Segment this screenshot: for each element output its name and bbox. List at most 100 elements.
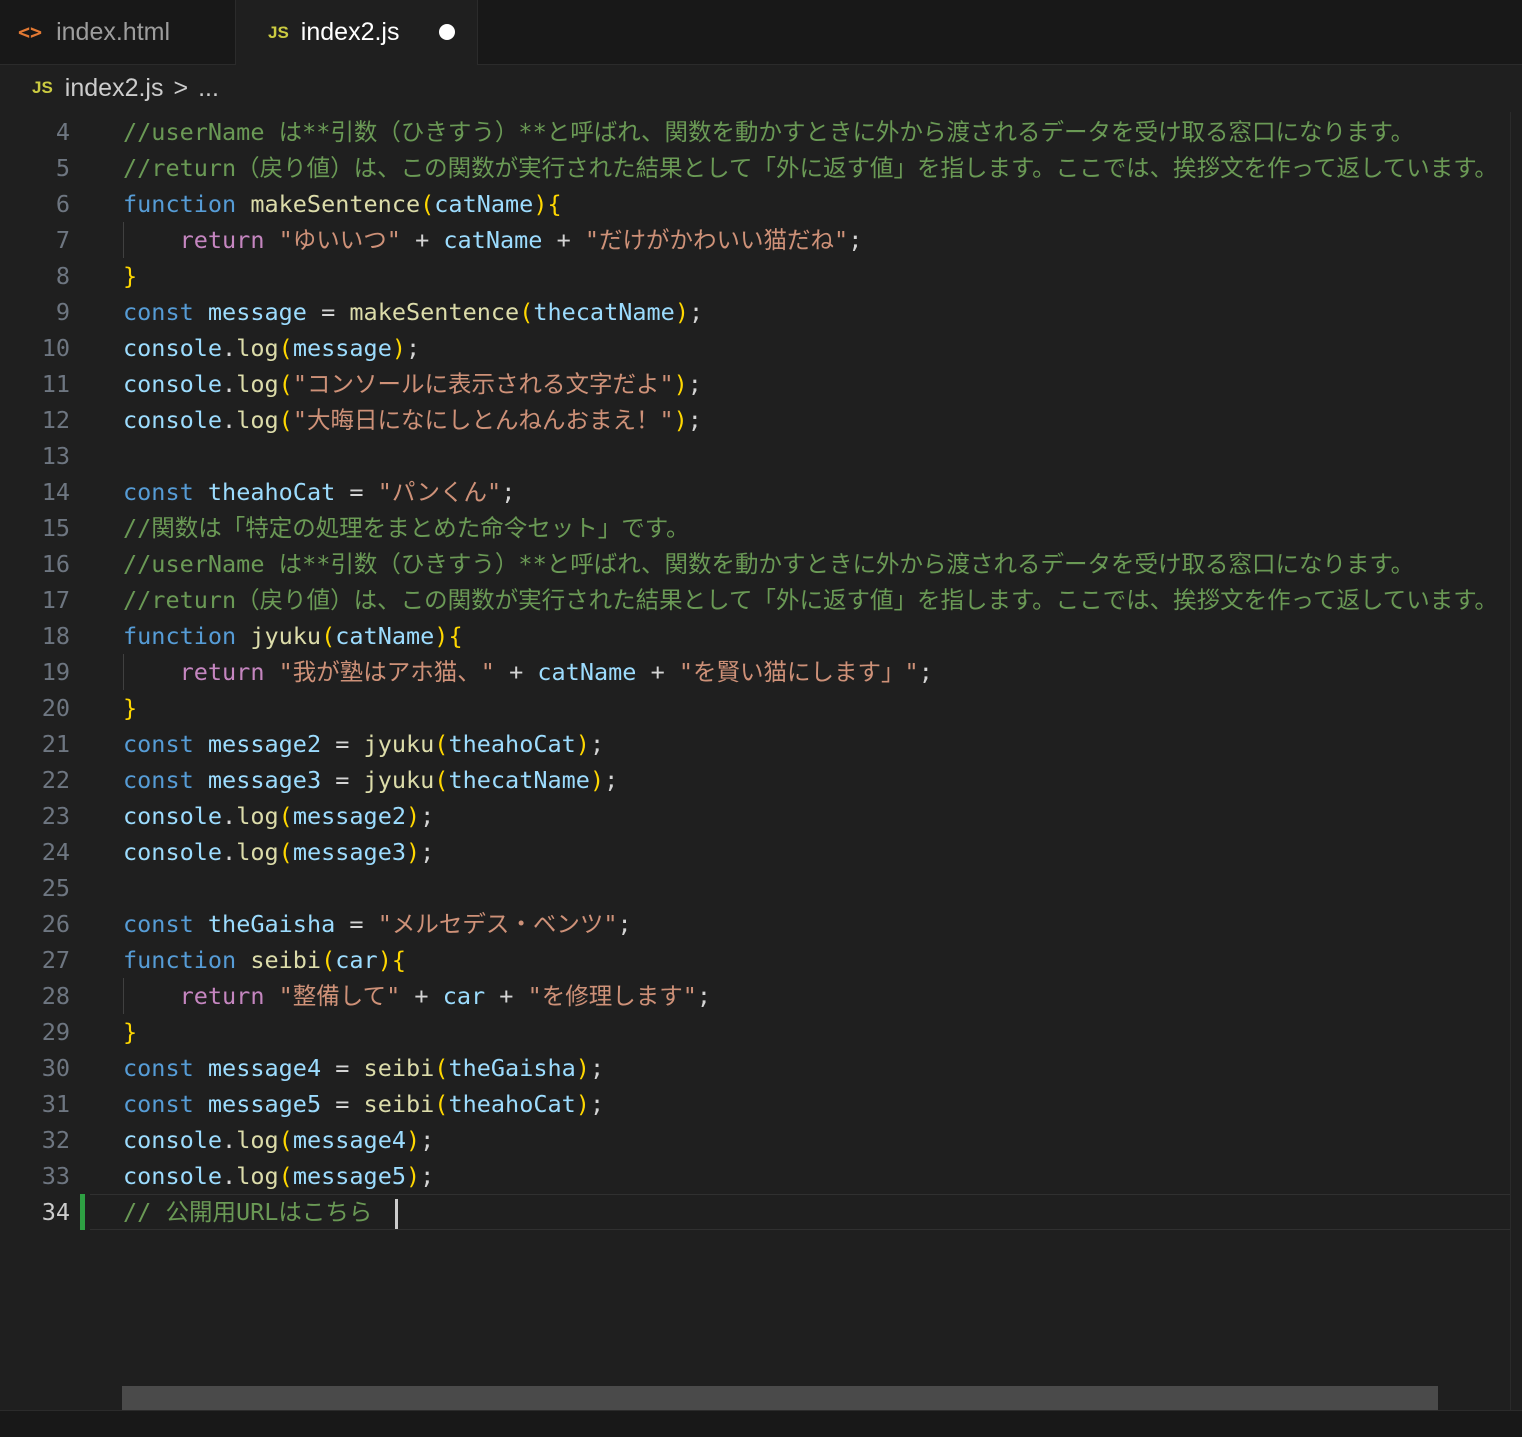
code-token: + [485,982,528,1010]
code-token: theahoCat [448,730,576,758]
code-token: ( [278,1162,293,1190]
line-number: 30 [41,1054,70,1082]
code-line[interactable]: 12 console.log("大晦日になにしとんねんおまえ！"); [0,402,1510,438]
code-text: //userName は**引数（ひきすう）**と呼ばれ、関数を動かすときに外か… [123,546,1414,582]
status-bar [0,1410,1522,1437]
code-text: //userName は**引数（ひきすう）**と呼ばれ、関数を動かすときに外か… [123,114,1414,150]
code-token: ) [673,370,688,398]
code-line[interactable]: 7 return "ゆいいつ" + catName + "だけがかわいい猫だね"… [0,222,1510,258]
code-line[interactable]: 4 //userName は**引数（ひきすう）**と呼ばれ、関数を動かすときに外… [0,114,1510,150]
code-line[interactable]: 30 const message4 = seibi(theGaisha); [0,1050,1510,1086]
code-line[interactable]: 16 //userName は**引数（ひきすう）**と呼ばれ、関数を動かすときに… [0,546,1510,582]
code-line[interactable]: 17 //return（戻り値）は、この関数が実行された結果として「外に返す値」を… [0,582,1510,618]
code-line[interactable]: 8} [0,258,1510,294]
code-token: //userName は**引数（ひきすう）**と呼ばれ、関数を動かすときに外か… [123,118,1415,146]
code-token: = [321,766,364,794]
code-line[interactable]: 32 console.log(message4); [0,1122,1510,1158]
line-number: 27 [41,946,70,974]
code-text: console.log(message4); [123,1122,434,1158]
code-token: ) [589,766,605,794]
code-token: console [123,334,223,362]
line-number: 13 [41,442,70,470]
line-number: 4 [55,118,70,146]
code-line[interactable]: 5 //return（戻り値）は、この関数が実行された結果として「外に返す値」を指… [0,150,1510,186]
line-number: 10 [41,334,70,362]
code-token: theahoCat [448,1090,576,1118]
tab-index2-js[interactable]: JS index2.js [236,0,478,65]
code-text: //return（戻り値）は、この関数が実行された結果として「外に返す値」を指し… [123,582,1498,618]
breadcrumb-symbol[interactable]: ... [198,74,219,103]
code-token: ) [406,838,421,866]
code-line[interactable]: 28 return "整備して" + car + "を修理します"; [0,978,1510,1014]
line-number: 26 [41,910,70,938]
code-line[interactable]: 20} [0,690,1510,726]
code-token: ; [420,1126,435,1154]
code-line[interactable]: 10 console.log(message); [0,330,1510,366]
code-token: jyuku [250,622,322,650]
code-text: const theahoCat = "パンくん"; [123,474,515,510]
line-number: 8 [55,262,70,290]
horizontal-scrollbar[interactable] [122,1386,1438,1410]
code-token: ; [501,478,516,506]
code-token: const [123,298,194,326]
code-text: console.log(message3); [123,834,434,870]
code-token: ) [575,1090,590,1118]
code-line[interactable]: 23 console.log(message2); [0,798,1510,834]
code-line[interactable]: 19 return "我が塾はアホ猫、" + catName + "を賢い猫にし… [0,654,1510,690]
code-token: + [636,658,679,686]
code-token: thecatName [533,298,675,326]
breadcrumb-file[interactable]: index2.js [65,74,164,103]
code-token: = [306,298,350,326]
code-token: message2 [207,730,322,758]
code-token: function [123,622,237,650]
code-line[interactable]: 29} [0,1014,1510,1050]
code-line[interactable]: 27 function seibi(car){ [0,942,1510,978]
code-token: console [123,802,223,830]
code-line[interactable]: 15 //関数は「特定の処理をまとめた命令セット」です。 [0,510,1510,546]
code-line[interactable]: 9 const message = makeSentence(thecatName… [0,294,1510,330]
code-line[interactable]: 24 console.log(message3); [0,834,1510,870]
code-line[interactable]: 22 const message3 = jyuku(thecatName); [0,762,1510,798]
code-token: = [321,1054,364,1082]
code-token: log [236,334,279,362]
code-line[interactable]: 21 const message2 = jyuku(theahoCat); [0,726,1510,762]
code-token: ( [278,334,293,362]
code-token: . [222,1126,237,1154]
line-number: 6 [55,190,70,218]
code-token: "パンくん" [377,478,502,506]
code-line[interactable]: 6 function makeSentence(catName){ [0,186,1510,222]
code-line[interactable]: 31 const message5 = seibi(theahoCat); [0,1086,1510,1122]
code-line[interactable]: 11 console.log("コンソールに表示される文字だよ"); [0,366,1510,402]
code-token: ) [391,334,407,362]
line-number: 14 [41,478,70,506]
code-line[interactable]: 25 [0,870,1510,906]
code-editor[interactable]: 4 //userName は**引数（ひきすう）**と呼ばれ、関数を動かすときに外… [0,112,1510,1410]
code-token: { [547,190,562,218]
code-line[interactable]: 18 function jyuku(catName){ [0,618,1510,654]
line-number: 32 [41,1126,70,1154]
code-token: ) [406,1162,421,1190]
unsaved-dot-icon[interactable] [439,24,455,40]
code-token: ; [617,910,632,938]
breadcrumb: JS index2.js > ... [0,65,1522,111]
code-token: ( [519,298,534,326]
code-text: function makeSentence(catName){ [123,186,562,222]
code-line[interactable]: 14 const theahoCat = "パンくん"; [0,474,1510,510]
code-text: const theGaisha = "メルセデス・ベンツ"; [123,906,632,942]
code-token: "だけがかわいい猫だね" [584,226,849,254]
code-token: "整備して" [278,982,401,1010]
code-text: const message2 = jyuku(theahoCat); [123,726,604,762]
code-token: console [123,370,223,398]
vertical-scrollbar[interactable] [1510,112,1522,1410]
code-line[interactable]: 26 const theGaisha = "メルセデス・ベンツ"; [0,906,1510,942]
html-file-icon: <> [18,20,43,44]
code-line[interactable]: 33 console.log(message5); [0,1158,1510,1194]
code-line[interactable]: 13 [0,438,1510,474]
line-number: 15 [41,514,70,542]
code-line[interactable]: 34 // 公開用URLはこちら [0,1194,1510,1230]
tab-index-html[interactable]: <> index.html [0,0,236,64]
